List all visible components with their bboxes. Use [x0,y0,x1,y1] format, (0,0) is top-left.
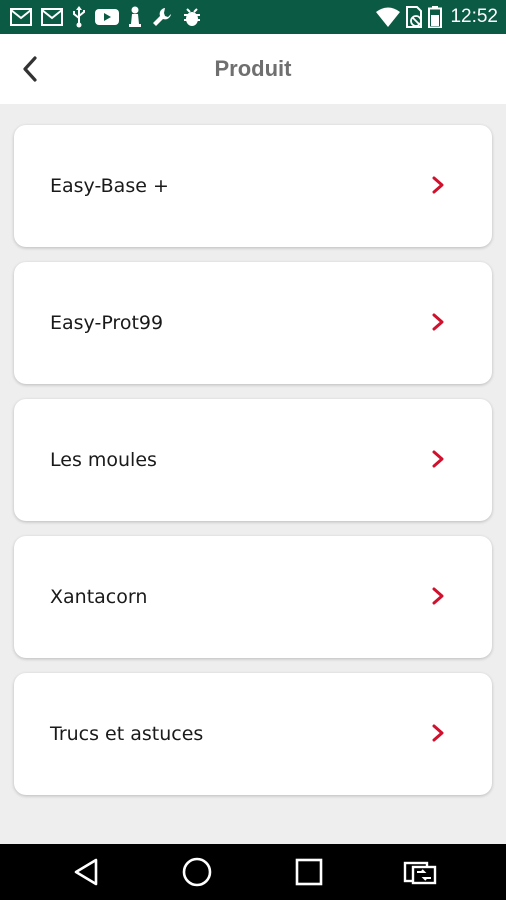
list-item-label: Xantacorn [50,586,148,608]
chevron-right-icon [432,450,444,468]
home-circle-icon [182,857,212,887]
notification-icons [10,5,202,29]
chevron-left-icon [23,56,37,82]
bug-icon [184,8,200,26]
list-item[interactable]: Easy-Prot99 [14,262,492,384]
app-bar: Produit [0,34,506,104]
back-triangle-icon [74,858,98,886]
nav-recents-button[interactable] [289,852,329,892]
usb-icon [73,6,85,28]
wifi-icon [376,7,401,27]
nav-back-button[interactable] [66,852,106,892]
chevron-right-icon [432,176,444,194]
gmail-icon [10,8,32,26]
list-item-label: Easy-Prot99 [50,312,164,334]
list-item-label: Trucs et astuces [50,723,204,745]
list-item-label: Les moules [50,449,157,471]
list-item[interactable]: Trucs et astuces [14,673,492,795]
wrench-icon [153,8,171,26]
screen: 12:52 Produit Easy-Base + Easy-Prot99 Le… [0,0,506,900]
list-item-label: Easy-Base + [50,175,169,197]
status-time: 12:52 [450,6,498,27]
battery-icon [428,6,443,28]
list-item[interactable]: Xantacorn [14,536,492,658]
youtube-icon [95,9,119,25]
no-sim-icon [406,6,423,28]
gmail-icon [41,8,63,26]
switch-app-icon [403,861,437,885]
list-item[interactable]: Easy-Base + [14,125,492,247]
nav-home-button[interactable] [177,852,217,892]
back-button[interactable] [8,47,52,91]
status-bar: 12:52 [0,0,506,34]
nav-switch-app-button[interactable] [400,852,440,892]
product-list: Easy-Base + Easy-Prot99 Les moules Xanta… [14,125,492,810]
list-item[interactable]: Les moules [14,399,492,521]
chevron-right-icon [432,724,444,742]
chevron-right-icon [432,313,444,331]
page-title: Produit [214,56,292,81]
chess-pawn-icon [129,6,141,27]
navigation-bar [0,844,506,900]
system-status: 12:52 [376,5,498,29]
recents-square-icon [295,858,323,886]
chevron-right-icon [432,587,444,605]
